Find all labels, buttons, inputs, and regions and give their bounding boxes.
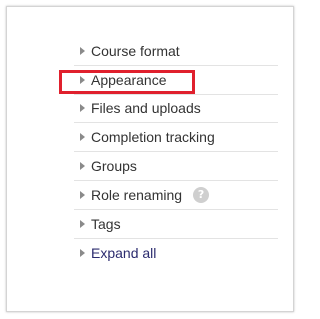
section-label: Groups xyxy=(91,158,137,175)
section-appearance[interactable]: Appearance xyxy=(74,66,278,95)
expand-all-label: Expand all xyxy=(91,244,157,261)
section-groups[interactable]: Groups xyxy=(74,152,278,181)
help-icon[interactable]: ? xyxy=(193,186,210,203)
section-files-and-uploads[interactable]: Files and uploads xyxy=(74,95,278,124)
section-list: Course format Appearance Files and uploa… xyxy=(59,37,278,268)
section-label: Role renaming xyxy=(91,186,183,203)
section-tags[interactable]: Tags xyxy=(74,210,278,239)
section-label: Completion tracking xyxy=(91,129,215,146)
chevron-right-icon xyxy=(80,46,85,55)
section-label: Course format xyxy=(91,42,180,59)
section-completion-tracking[interactable]: Completion tracking xyxy=(74,123,278,153)
section-course-format[interactable]: Course format xyxy=(74,37,278,66)
chevron-right-icon xyxy=(80,75,85,84)
chevron-right-icon xyxy=(80,133,85,142)
section-label: Files and uploads xyxy=(91,100,201,117)
section-label: Appearance xyxy=(91,71,167,88)
chevron-right-icon xyxy=(80,162,85,171)
expand-all-link[interactable]: Expand all xyxy=(74,239,278,268)
chevron-right-icon xyxy=(80,248,85,257)
settings-panel: Course format Appearance Files and uploa… xyxy=(6,6,294,312)
chevron-right-icon xyxy=(80,190,85,199)
chevron-right-icon xyxy=(80,219,85,228)
section-role-renaming[interactable]: Role renaming ? xyxy=(74,181,278,210)
section-label: Tags xyxy=(91,215,121,232)
chevron-right-icon xyxy=(80,104,85,113)
